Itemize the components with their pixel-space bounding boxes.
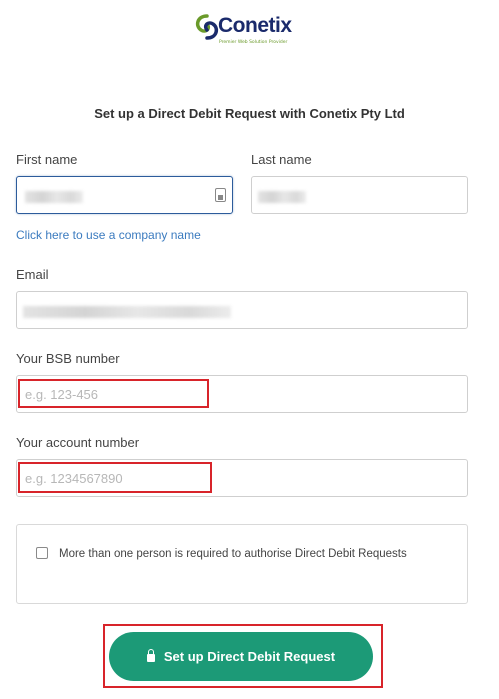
multi-authoriser-checkbox[interactable] bbox=[36, 547, 48, 559]
bsb-input[interactable] bbox=[17, 376, 467, 412]
redacted-value bbox=[25, 191, 83, 203]
multi-authoriser-panel: More than one person is required to auth… bbox=[16, 524, 468, 604]
last-name-field[interactable] bbox=[251, 176, 468, 214]
logo-mark-icon bbox=[195, 14, 219, 40]
form-title: Set up a Direct Debit Request with Conet… bbox=[94, 106, 405, 121]
multi-authoriser-text[interactable]: More than one person is required to auth… bbox=[59, 544, 439, 565]
submit-label: Set up Direct Debit Request bbox=[163, 649, 336, 664]
keyboard-icon[interactable] bbox=[215, 188, 226, 202]
logo-wordmark: Conetix bbox=[218, 14, 292, 37]
submit-button[interactable]: Set up Direct Debit Request bbox=[109, 632, 373, 681]
redacted-value bbox=[258, 191, 306, 203]
redacted-value bbox=[23, 306, 231, 318]
email-field[interactable] bbox=[16, 291, 468, 329]
bsb-label: Your BSB number bbox=[16, 351, 120, 366]
bsb-field[interactable] bbox=[16, 375, 468, 413]
email-label: Email bbox=[16, 267, 49, 282]
company-name-link[interactable]: Click here to use a company name bbox=[16, 228, 201, 242]
account-label: Your account number bbox=[16, 435, 140, 450]
conetix-logo: Conetix Premier Web Solution Provider bbox=[193, 12, 293, 48]
last-name-label: Last name bbox=[251, 152, 312, 167]
lock-icon bbox=[146, 649, 155, 662]
first-name-field[interactable] bbox=[16, 176, 233, 214]
account-field[interactable] bbox=[16, 459, 468, 497]
first-name-label: First name bbox=[16, 152, 78, 167]
logo-tagline: Premier Web Solution Provider bbox=[219, 40, 288, 45]
account-input[interactable] bbox=[17, 460, 467, 496]
